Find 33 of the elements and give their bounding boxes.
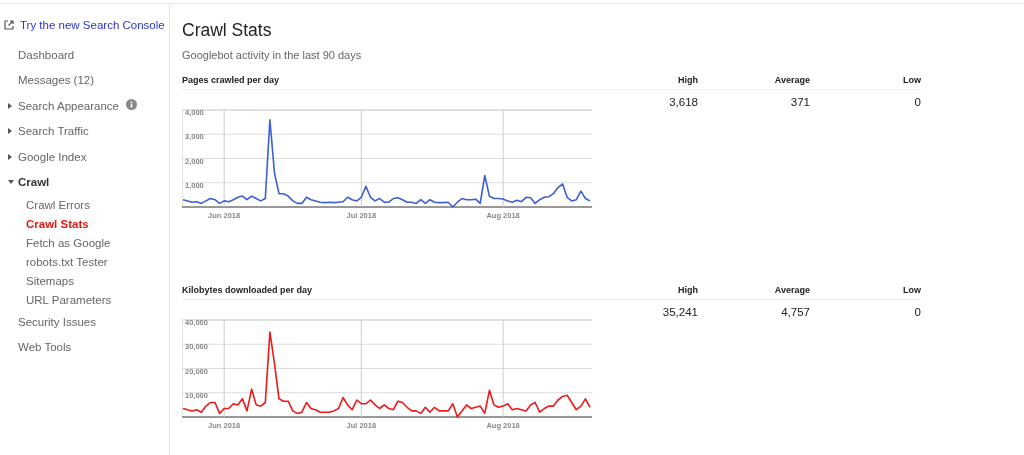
stat-label: High [677,75,698,85]
stat-value: 4,757 [780,306,810,318]
stat-label: Low [902,75,921,85]
chart-title: Pages crawled per day [182,75,281,85]
sidebar-item[interactable]: Google Index [18,150,87,163]
sidebar-item[interactable]: Security Issues [18,315,96,328]
sidebar-subitem[interactable]: URL Parameters [26,293,112,306]
sidebar-subitem[interactable]: Sitemaps [26,274,74,287]
sidebar-subitem[interactable]: Fetch as Google [26,236,111,249]
external-link-icon [4,20,14,30]
chart-title: Kilobytes downloaded per day [182,285,314,295]
info-icon[interactable] [126,99,138,111]
stat-label: High [677,285,698,295]
sidebar-item[interactable]: Search Traffic [18,125,89,138]
sidebar-item[interactable]: Dashboard [18,48,75,61]
page-subtitle: Googlebot activity in the last 90 days [182,49,363,61]
stat-value: 0 [913,96,921,108]
sidebar-item[interactable]: Search Appearance [18,99,120,112]
stat-value: 371 [789,96,810,108]
sidebar-item[interactable]: Crawl [18,176,50,189]
sidebar-item[interactable]: Web Tools [18,341,72,354]
new-console-link[interactable]: Try the new Search Console [20,19,165,31]
sidebar-subitem[interactable]: Crawl Errors [26,198,90,211]
sidebar-item[interactable]: Messages (12) [18,74,95,87]
page-title: Crawl Stats [182,20,273,41]
stat-value: 35,241 [661,306,698,318]
sidebar-subitem[interactable]: robots.txt Tester [26,255,108,268]
stat-label: Average [773,75,810,85]
sidebar-subitem[interactable]: Crawl Stats [26,217,89,230]
stat-label: Average [773,285,810,295]
stat-value: 0 [913,306,921,318]
stat-value: 3,618 [668,96,698,108]
stat-label: Low [902,285,921,295]
